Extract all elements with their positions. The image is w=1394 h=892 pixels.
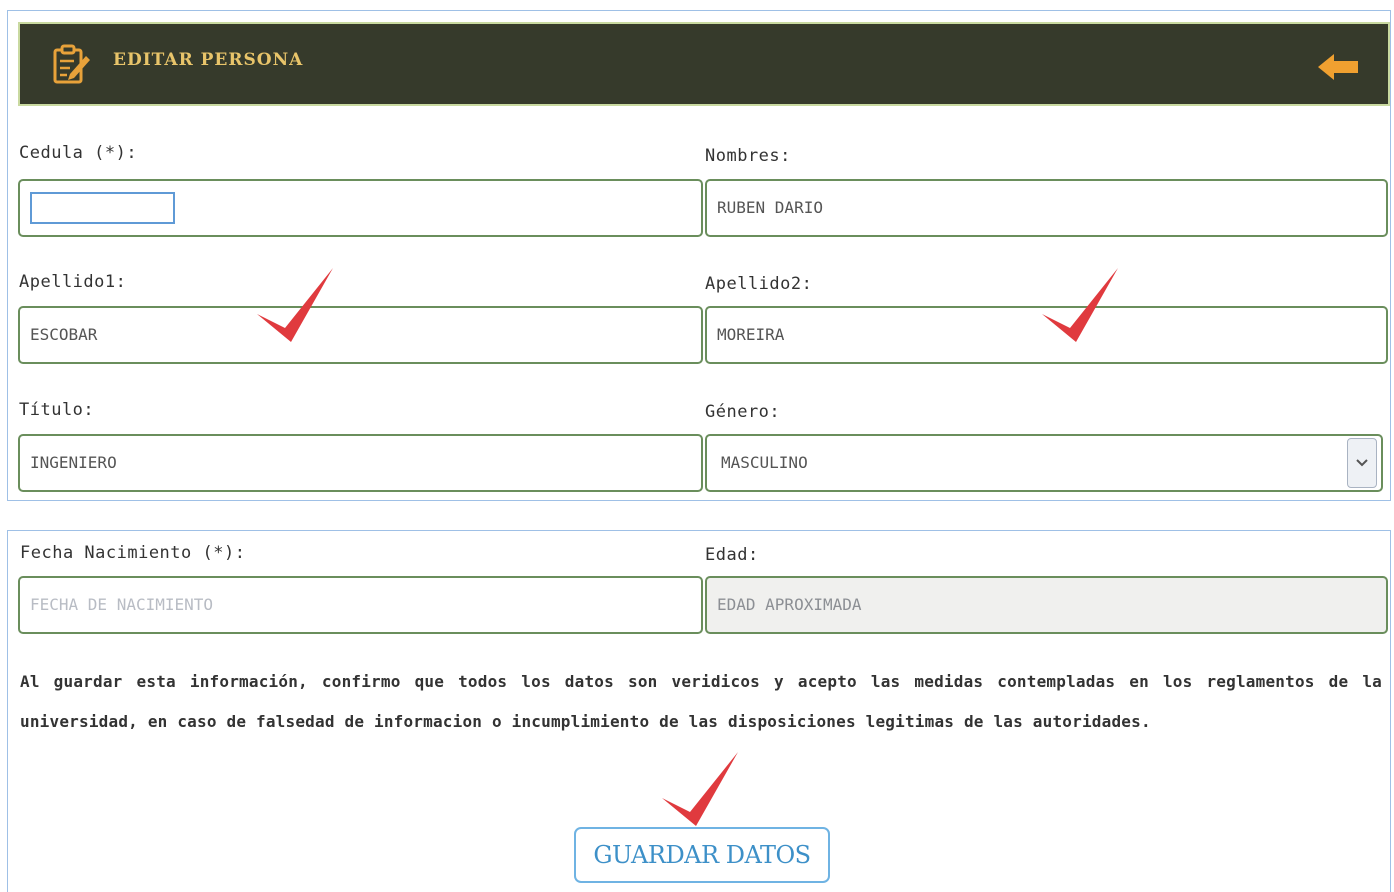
page-title: EDITAR PERSONA <box>113 50 304 70</box>
check-mark-icon <box>1042 268 1118 342</box>
titulo-input[interactable]: INGENIERO <box>18 434 703 492</box>
genero-label: Género: <box>705 402 781 422</box>
cedula-input[interactable] <box>30 192 175 224</box>
edad-label: Edad: <box>705 545 759 565</box>
check-mark-icon <box>257 268 333 342</box>
arrow-left-icon[interactable] <box>1316 52 1360 82</box>
genero-selected-value: MASCULINO <box>721 453 808 472</box>
titulo-label: Título: <box>19 400 95 420</box>
chevron-down-icon[interactable] <box>1347 438 1377 488</box>
nombres-input[interactable]: RUBEN DARIO <box>705 179 1388 237</box>
disclaimer-text: Al guardar esta información, confirmo qu… <box>20 672 1382 731</box>
fecha-nacimiento-label: Fecha Nacimiento (*): <box>20 543 246 563</box>
check-mark-icon <box>662 752 738 826</box>
apellido2-label: Apellido2: <box>705 274 813 294</box>
apellido1-input[interactable]: ESCOBAR <box>18 306 703 364</box>
cedula-label: Cedula (*): <box>19 143 138 163</box>
cedula-field[interactable] <box>18 179 703 237</box>
genero-select[interactable]: MASCULINO <box>705 434 1383 492</box>
page-header: EDITAR PERSONA <box>18 22 1390 106</box>
fecha-nacimiento-input[interactable]: FECHA DE NACIMIENTO <box>18 576 703 634</box>
nombres-label: Nombres: <box>705 146 791 166</box>
edit-document-icon <box>52 44 92 86</box>
save-button[interactable]: GUARDAR DATOS <box>574 827 830 883</box>
edad-input[interactable]: EDAD APROXIMADA <box>705 576 1388 634</box>
apellido1-label: Apellido1: <box>19 272 127 292</box>
